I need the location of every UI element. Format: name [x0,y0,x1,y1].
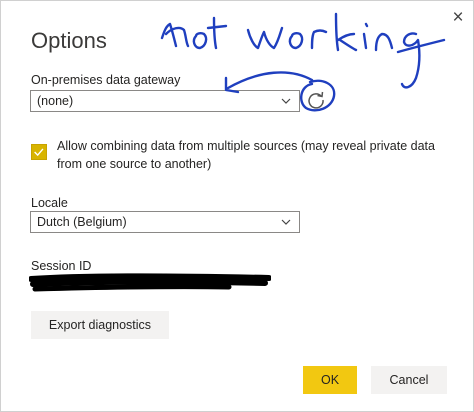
locale-label: Locale [31,196,68,210]
chevron-down-icon [281,219,291,225]
locale-select[interactable]: Dutch (Belgium) [30,211,300,233]
dialog-title: Options [31,28,107,53]
redaction-scribble [29,273,271,292]
locale-select-value: Dutch (Belgium) [37,215,127,229]
cancel-button[interactable]: Cancel [371,366,447,394]
combine-data-label: Allow combining data from multiple sourc… [57,139,435,171]
chevron-down-icon [281,98,291,104]
options-dialog: × Options On-premises data gateway (none… [0,0,474,412]
gateway-label: On-premises data gateway [31,73,181,87]
close-icon[interactable]: × [449,8,467,27]
gateway-select[interactable]: (none) [30,90,300,112]
checkmark-icon [34,148,44,157]
gateway-select-value: (none) [37,94,74,108]
refresh-icon[interactable] [305,89,327,111]
ok-button[interactable]: OK [303,366,357,394]
export-diagnostics-button[interactable]: Export diagnostics [31,311,169,339]
combine-data-checkbox[interactable] [31,144,47,160]
